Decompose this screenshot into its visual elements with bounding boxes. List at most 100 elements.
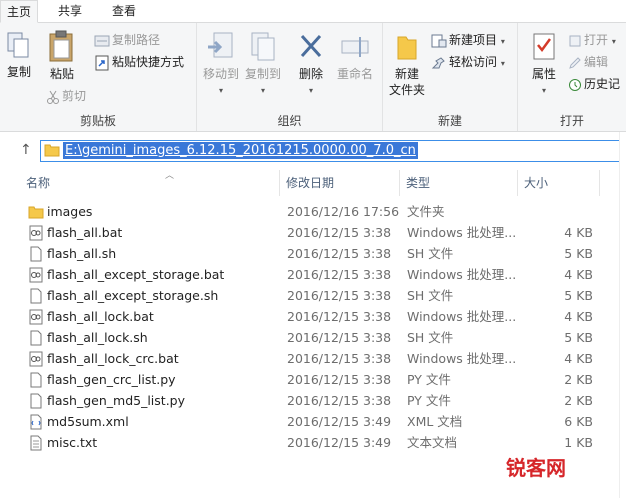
file-row[interactable]: images 2016/12/16 17:56 文件夹 xyxy=(0,201,626,222)
open-dropdown-icon: ▾ xyxy=(611,37,616,46)
file-row[interactable]: flash_all_except_storage.bat 2016/12/15 3… xyxy=(0,264,626,285)
file-type: Windows 批处理... xyxy=(407,267,517,282)
file-type: PY 文件 xyxy=(407,393,451,408)
copy-button[interactable]: 复制 xyxy=(2,31,36,80)
file-size: 2 KB xyxy=(564,372,593,387)
open-group: 属性 ▾ 打开 ▾ 编辑 历史记 打开 xyxy=(518,23,626,131)
file-size: 5 KB xyxy=(564,330,593,345)
file-row[interactable]: flash_all.sh 2016/12/15 3:38 SH 文件 5 KB xyxy=(0,243,626,264)
file-size: 1 KB xyxy=(564,435,593,450)
ribbon-tabs: 主页 共享 查看 xyxy=(0,0,626,23)
tab-home[interactable]: 主页 xyxy=(0,0,38,23)
tab-share[interactable]: 共享 xyxy=(50,3,90,22)
cut-button[interactable]: 剪切 xyxy=(46,87,86,105)
new-folder-button[interactable]: 新建 文件夹 xyxy=(387,31,427,98)
file-type: XML 文档 xyxy=(407,414,463,429)
file-date: 2016/12/15 3:38 xyxy=(287,330,392,345)
file-date: 2016/12/15 3:38 xyxy=(287,372,392,387)
properties-button[interactable]: 属性 ▾ xyxy=(526,31,562,96)
folder-icon xyxy=(44,144,60,157)
file-row[interactable]: flash_all.bat 2016/12/15 3:38 Windows 批处理.… xyxy=(0,222,626,243)
open-button[interactable]: 打开 ▾ xyxy=(568,31,616,49)
column-header-date[interactable]: 修改日期 xyxy=(280,170,400,196)
file-row[interactable]: flash_all_lock.sh 2016/12/15 3:38 SH 文件 5 K… xyxy=(0,327,626,348)
column-headers: ︿ 名称 修改日期 类型 大小 xyxy=(0,170,626,196)
properties-dropdown-icon: ▾ xyxy=(541,86,546,95)
file-name: flash_all_except_storage.bat xyxy=(47,267,225,282)
copy-path-button[interactable]: 复制路径 xyxy=(94,31,160,49)
move-to-button[interactable]: 移动到 ▾ xyxy=(201,31,241,96)
file-type: Windows 批处理... xyxy=(407,225,517,240)
tab-view[interactable]: 查看 xyxy=(104,3,144,22)
paste-shortcut-button[interactable]: 粘贴快捷方式 xyxy=(94,53,184,71)
file-icon xyxy=(30,393,42,409)
new-item-icon xyxy=(431,34,447,47)
batch-file-icon xyxy=(29,267,43,283)
file-date: 2016/12/15 3:38 xyxy=(287,288,392,303)
delete-button[interactable]: 删除 ▾ xyxy=(293,31,329,96)
move-to-dropdown-icon: ▾ xyxy=(218,86,223,95)
edit-button[interactable]: 编辑 xyxy=(568,53,608,71)
batch-file-icon xyxy=(29,351,43,367)
file-icon xyxy=(30,372,42,388)
file-size: 4 KB xyxy=(564,267,593,282)
scrollbar[interactable] xyxy=(619,132,626,498)
file-date: 2016/12/15 3:38 xyxy=(287,267,392,282)
file-name: flash_all_lock_crc.bat xyxy=(47,351,179,366)
easy-access-button[interactable]: 轻松访问 ▾ xyxy=(431,53,505,71)
file-date: 2016/12/15 3:38 xyxy=(287,246,392,261)
batch-file-icon xyxy=(29,225,43,241)
up-arrow-icon[interactable]: ↑ xyxy=(20,142,32,158)
file-name: flash_all.sh xyxy=(47,246,117,261)
file-icon xyxy=(30,288,42,304)
file-row[interactable]: flash_gen_md5_list.py 2016/12/15 3:38 PY 文… xyxy=(0,390,626,411)
address-bar[interactable]: E:\gemini_images_6.12.15_20161215.0000.0… xyxy=(40,140,626,162)
file-type: SH 文件 xyxy=(407,288,454,303)
file-row[interactable]: md5sum.xml 2016/12/15 3:49 XML 文档 6 KB xyxy=(0,411,626,432)
file-type: 文本文档 xyxy=(407,435,458,450)
file-row[interactable]: flash_all_lock.bat 2016/12/15 3:38 Windows… xyxy=(0,306,626,327)
file-size: 4 KB xyxy=(564,309,593,324)
file-type: 文件夹 xyxy=(407,204,445,219)
delete-dropdown-icon: ▾ xyxy=(308,86,313,95)
open-icon xyxy=(569,35,581,46)
file-date: 2016/12/15 3:38 xyxy=(287,351,392,366)
paste-button[interactable]: 粘贴 xyxy=(42,29,82,82)
address-row: ↑ E:\gemini_images_6.12.15_20161215.0000… xyxy=(0,132,626,168)
new-group: 新建 文件夹 新建项目 ▾ 轻松访问 ▾ 新建 xyxy=(383,23,518,131)
new-item-button[interactable]: 新建项目 ▾ xyxy=(431,31,505,49)
file-name: flash_all_except_storage.sh xyxy=(47,288,219,303)
file-row[interactable]: flash_all_lock_crc.bat 2016/12/15 3:38 Win… xyxy=(0,348,626,369)
address-path[interactable]: E:\gemini_images_6.12.15_20161215.0000.0… xyxy=(63,142,418,159)
file-row[interactable]: misc.txt 2016/12/15 3:49 文本文档 1 KB xyxy=(0,432,626,453)
file-size: 5 KB xyxy=(564,246,593,261)
folder-icon xyxy=(28,206,44,219)
file-type: SH 文件 xyxy=(407,246,454,261)
history-button[interactable]: 历史记 xyxy=(568,75,620,93)
file-date: 2016/12/15 3:49 xyxy=(287,414,392,429)
file-date: 2016/12/15 3:49 xyxy=(287,435,392,450)
organize-group-label: 组织 xyxy=(277,114,302,128)
history-icon xyxy=(569,78,581,91)
properties-icon xyxy=(533,33,555,60)
new-group-label: 新建 xyxy=(437,114,462,128)
watermark-logo: 锐客网 xyxy=(506,456,566,480)
edit-icon xyxy=(569,56,581,69)
file-date: 2016/12/16 17:56 xyxy=(287,204,400,219)
rename-button[interactable]: 重命名 xyxy=(333,31,377,82)
new-item-dropdown-icon: ▾ xyxy=(500,37,505,46)
file-row[interactable]: flash_all_except_storage.sh 2016/12/15 3:… xyxy=(0,285,626,306)
copy-icon xyxy=(7,32,29,58)
delete-icon xyxy=(300,34,322,58)
column-header-name[interactable]: ︿ 名称 xyxy=(20,170,280,196)
column-header-type[interactable]: 类型 xyxy=(400,170,518,196)
copy-to-button[interactable]: 复制到 ▾ xyxy=(243,31,283,96)
sort-up-icon: ︿ xyxy=(165,171,175,181)
file-type: Windows 批处理... xyxy=(407,351,517,366)
file-type: SH 文件 xyxy=(407,330,454,345)
file-row[interactable]: flash_gen_crc_list.py 2016/12/15 3:38 PY 文… xyxy=(0,369,626,390)
file-date: 2016/12/15 3:38 xyxy=(287,225,392,240)
easy-access-dropdown-icon: ▾ xyxy=(500,59,505,68)
column-header-size[interactable]: 大小 xyxy=(518,170,600,196)
ribbon: 复制 粘贴 复制路径 粘贴快捷方式 剪切 剪贴板 移动到 ▾ 复制到 ▾ 删除 … xyxy=(0,23,626,132)
